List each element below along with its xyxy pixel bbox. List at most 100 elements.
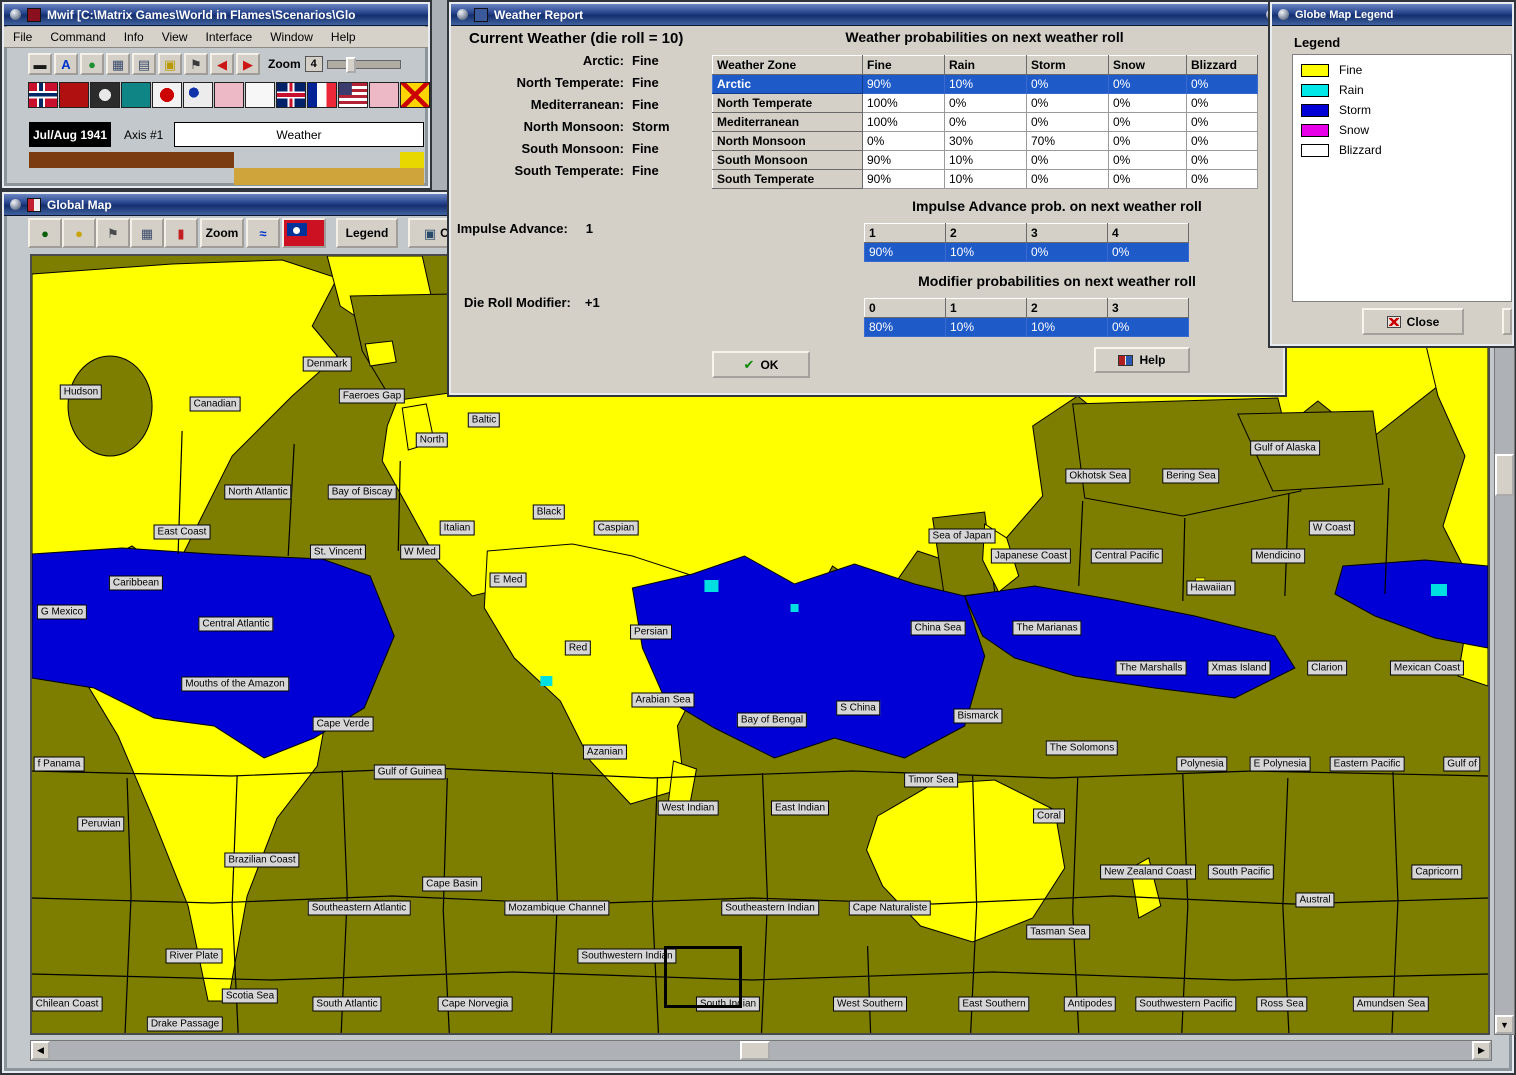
- zoom-slider-thumb[interactable]: [345, 56, 356, 73]
- app-icon: [27, 7, 41, 22]
- flag-norway[interactable]: [28, 82, 58, 108]
- hscroll-thumb[interactable]: [740, 1041, 770, 1060]
- flag-pink[interactable]: [214, 82, 244, 108]
- zoom-slider[interactable]: [326, 56, 401, 73]
- prob-row[interactable]: South Temperate 90% 10% 0% 0% 0%: [712, 169, 1258, 189]
- zoom-map-button-label: Zoom: [205, 226, 239, 240]
- marker-button[interactable]: ▣: [158, 53, 182, 75]
- legend-button[interactable]: Legend: [336, 218, 398, 248]
- mini-column-header: 4: [1107, 223, 1189, 243]
- tile-button[interactable]: ▤: [132, 53, 156, 75]
- prob-value-cell: 0%: [1108, 93, 1187, 113]
- prob-row[interactable]: South Monsoon 90% 10% 0% 0% 0%: [712, 150, 1258, 170]
- thermometer-button[interactable]: ▮: [164, 218, 198, 248]
- weather-report-titlebar[interactable]: Weather Report: [451, 4, 1283, 26]
- mini-value-cell: 90%: [864, 242, 946, 262]
- status-strip-yellow: [400, 152, 424, 168]
- legend-entry: Storm: [1293, 100, 1511, 120]
- menu-file[interactable]: File: [4, 28, 41, 46]
- scroll-left-icon[interactable]: ◀: [31, 1041, 50, 1060]
- units-button[interactable]: ▬: [28, 53, 52, 75]
- sea-zone-label: Brazilian Coast: [224, 852, 300, 868]
- sea-zone-label: Faeroes Gap: [338, 388, 406, 404]
- zoom-map-button[interactable]: Zoom: [200, 218, 244, 248]
- flag-germany[interactable]: [90, 82, 120, 108]
- back-button[interactable]: ◀: [210, 53, 234, 75]
- flag-uk[interactable]: [276, 82, 306, 108]
- menu-help[interactable]: Help: [322, 28, 365, 46]
- grid-toggle-button[interactable]: ▦: [130, 218, 164, 248]
- mini-value-cell: 10%: [945, 317, 1027, 337]
- sea-zone-label: North Atlantic: [224, 484, 292, 500]
- flag-button[interactable]: ⚑: [184, 53, 208, 75]
- prob-row[interactable]: Arctic 90% 10% 0% 0% 0%: [712, 74, 1258, 94]
- mini-value-cell: 80%: [864, 317, 946, 337]
- sea-zone-label: Drake Passage: [146, 1016, 224, 1032]
- prob-zone-cell: South Temperate: [712, 169, 863, 189]
- prob-value-cell: 0%: [1186, 131, 1258, 151]
- main-toolbar: ▬ A ● ▦ ▤ ▣ ⚑ ◀ ▶ Zoom 4: [4, 49, 428, 79]
- map-vertical-scrollbar[interactable]: ▲ ▼: [1494, 254, 1515, 1035]
- legend-titlebar[interactable]: Globe Map Legend: [1272, 4, 1512, 26]
- sea-zone-label: Central Pacific: [1090, 548, 1164, 564]
- menu-interface[interactable]: Interface: [197, 28, 262, 46]
- partial-button[interactable]: [1502, 308, 1512, 335]
- sea-zone-label: Xmas Island: [1207, 660, 1271, 676]
- prob-value-cell: 0%: [1186, 150, 1258, 170]
- prob-value-cell: 90%: [862, 74, 945, 94]
- flag-france[interactable]: [307, 82, 337, 108]
- flag-white[interactable]: [245, 82, 275, 108]
- markers-button[interactable]: ●: [62, 218, 96, 248]
- flag-pink-2[interactable]: [369, 82, 399, 108]
- flag-usa[interactable]: [338, 82, 368, 108]
- ok-button[interactable]: ✔ OK: [712, 351, 810, 378]
- vscroll-track[interactable]: [1495, 274, 1514, 1015]
- sea-zone-label: Amundsen Sea: [1352, 996, 1430, 1012]
- flag-japan[interactable]: [152, 82, 182, 108]
- sea-zone-label: W Med: [400, 544, 440, 560]
- scroll-down-icon[interactable]: ▼: [1495, 1015, 1514, 1034]
- sea-zone-label: The Marshalls: [1115, 660, 1187, 676]
- current-weather-row: Mediterranean: Fine: [449, 93, 670, 115]
- flag-toggle-button[interactable]: ⚑: [96, 218, 130, 248]
- menu-view[interactable]: View: [153, 28, 197, 46]
- main-titlebar[interactable]: Mwif [C:\Matrix Games\World in Flames\Sc…: [4, 4, 428, 26]
- scroll-right-icon[interactable]: ▶: [1472, 1041, 1491, 1060]
- globe-button[interactable]: ●: [80, 53, 104, 75]
- close-button[interactable]: Close: [1362, 308, 1464, 335]
- toolbar-buttons: ▬ A ● ▦ ▤ ▣ ⚑ ◀ ▶: [28, 53, 260, 75]
- help-button[interactable]: Help: [1094, 347, 1190, 373]
- menu-info[interactable]: Info: [115, 28, 153, 46]
- flag-teal[interactable]: [121, 82, 151, 108]
- counters-button[interactable]: ●: [28, 218, 62, 248]
- prob-row[interactable]: North Monsoon 0% 30% 70% 0% 0%: [712, 131, 1258, 151]
- menu-command[interactable]: Command: [41, 28, 114, 46]
- hscroll-track[interactable]: [50, 1041, 1472, 1060]
- phase-indicator: Weather: [174, 122, 424, 147]
- flag-cross[interactable]: [400, 82, 430, 108]
- forward-button[interactable]: ▶: [236, 53, 260, 75]
- sea-areas-button[interactable]: ≈: [246, 218, 280, 248]
- legend-entry-label: Snow: [1339, 123, 1370, 137]
- windows-icon: ▦: [111, 56, 125, 72]
- flag-china[interactable]: [183, 82, 213, 108]
- prob-value-cell: 100%: [862, 93, 945, 113]
- markers-button-icon: ●: [75, 225, 83, 241]
- prob-zone-cell: North Temperate: [712, 93, 863, 113]
- windows-button[interactable]: ▦: [106, 53, 130, 75]
- prob-row[interactable]: North Temperate 100% 0% 0% 0% 0%: [712, 93, 1258, 113]
- sea-zone-label: West Indian: [657, 800, 719, 816]
- menu-window[interactable]: Window: [261, 28, 322, 46]
- nationality-flag-button[interactable]: [282, 218, 326, 248]
- current-weather-header: Current Weather (die roll = 10): [469, 30, 684, 47]
- rivet-icon: [457, 9, 468, 20]
- prob-value-cell: 0%: [1108, 169, 1187, 189]
- sea-zone-label: River Plate: [165, 948, 223, 964]
- map-horizontal-scrollbar[interactable]: ◀ ▶: [30, 1040, 1492, 1061]
- prob-row[interactable]: Mediterranean 100% 0% 0% 0% 0%: [712, 112, 1258, 132]
- zoom-label: Zoom: [268, 57, 301, 71]
- flag-ussr[interactable]: [59, 82, 89, 108]
- annotation-button[interactable]: A: [54, 53, 78, 75]
- globe-icon: ●: [88, 56, 96, 72]
- vscroll-thumb[interactable]: [1495, 454, 1514, 496]
